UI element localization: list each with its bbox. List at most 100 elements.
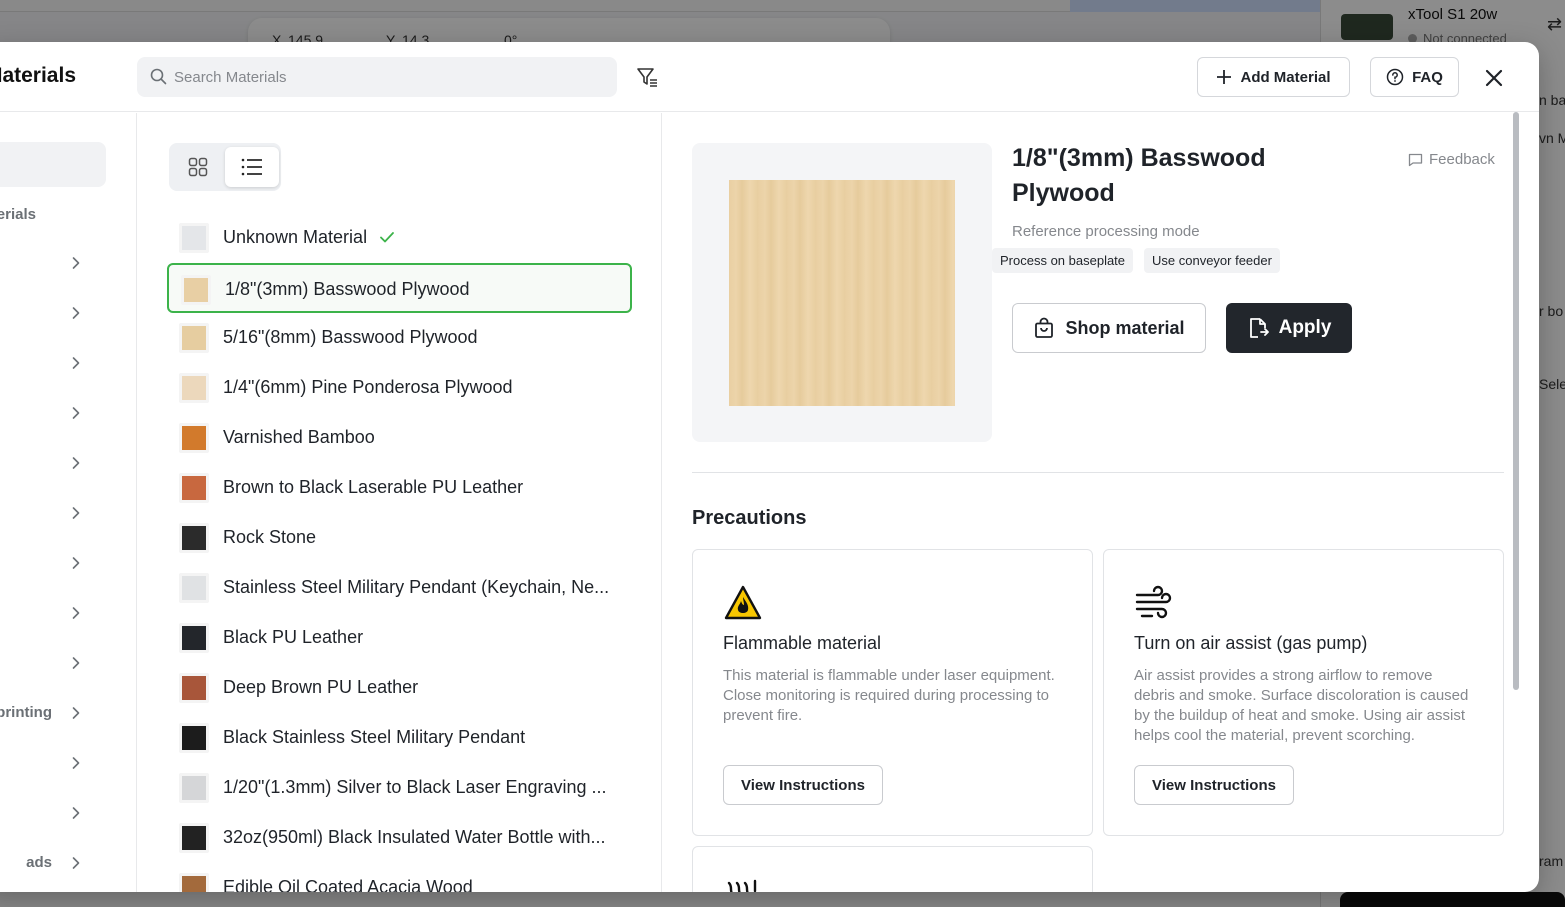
material-list-item[interactable]: 5/16"(8mm) Basswood Plywood [167,313,632,363]
chevron-right-icon [72,357,80,369]
category-item[interactable]: printing [0,691,106,735]
material-list-item[interactable]: Unknown Material [167,213,632,263]
material-list-item[interactable]: Brown to Black Laserable PU Leather [167,463,632,513]
list-view-button[interactable] [225,147,279,187]
filter-icon[interactable] [636,66,658,88]
close-icon[interactable] [1481,65,1507,91]
material-list-item[interactable]: Rock Stone [167,513,632,563]
material-swatch [182,226,206,250]
mode-tag: Process on baseplate [992,248,1134,273]
material-list-item[interactable]: Black Stainless Steel Military Pendant [167,713,632,763]
material-swatch [182,826,206,850]
chevron-right-icon [72,457,80,469]
material-name: 5/16"(8mm) Basswood Plywood [223,327,478,347]
material-thumbnail [179,323,209,353]
category-item[interactable] [0,741,106,785]
feedback-icon [1408,153,1423,166]
flammable-warning-icon [724,585,762,620]
search-input[interactable] [174,57,604,97]
material-swatch [182,376,206,400]
heat-icon [727,879,757,892]
material-name: 32oz(950ml) Black Insulated Water Bottle… [223,827,606,847]
chevron-right-icon [72,257,80,269]
chevron-right-icon [72,757,80,769]
material-thumbnail [181,275,211,305]
help-icon [1386,68,1404,86]
category-item[interactable] [0,441,106,485]
material-list-item[interactable]: Edible Oil Coated Acacia Wood [167,863,632,892]
material-swatch [182,626,206,650]
search-box[interactable] [137,57,617,97]
precaution-title: Flammable material [723,633,882,653]
precaution-description: This material is flammable under laser e… [723,667,1055,724]
material-thumbnail [179,523,209,553]
materials-list-panel: Unknown Material 1/8"(3mm) Basswood Plywo… [137,113,662,892]
chevron-right-icon [72,607,80,619]
material-preview [692,143,992,442]
category-item[interactable] [0,491,106,535]
material-thumbnail [179,223,209,253]
category-item[interactable] [0,341,106,385]
material-name: Stainless Steel Military Pendant (Keycha… [223,577,610,597]
material-list-item[interactable]: 1/20"(1.3mm) Silver to Black Laser Engra… [167,763,632,813]
grid-icon [188,157,208,177]
material-swatch [182,876,206,892]
category-item[interactable]: ads [0,841,106,885]
material-list-item[interactable]: 32oz(950ml) Black Insulated Water Bottle… [167,813,632,863]
chevron-right-icon [72,707,80,719]
material-list-item[interactable]: 1/4"(6mm) Pine Ponderosa Plywood [167,363,632,413]
category-item[interactable] [0,291,106,335]
category-item-label: printing [0,704,52,721]
material-thumbnail [179,723,209,753]
material-thumbnail [179,623,209,653]
view-instructions-button[interactable]: View Instructions [1134,765,1294,805]
apply-button[interactable]: Apply [1226,303,1352,353]
shopping-bag-icon [1035,317,1054,338]
chevron-right-icon [72,407,80,419]
material-thumbnail [179,423,209,453]
material-swatch [182,726,206,750]
plus-icon [1217,70,1232,84]
precautions-heading: Precautions [692,507,807,529]
category-selected-item[interactable] [0,142,106,187]
chevron-right-icon [72,557,80,569]
material-list-item[interactable]: Deep Brown PU Leather [167,663,632,713]
chevron-right-icon [72,307,80,319]
view-instructions-button[interactable]: View Instructions [723,765,883,805]
material-swatch [182,476,206,500]
materials-modal: Materials Add Material FAQ Materials pri… [0,42,1539,892]
material-name: Rock Stone [223,527,317,547]
chevron-right-icon [72,857,80,869]
scrollbar[interactable] [1513,112,1519,690]
material-name: Brown to Black Laserable PU Leather [223,477,524,497]
add-material-button[interactable]: Add Material [1197,57,1350,97]
check-icon [380,232,394,243]
material-swatch [184,278,208,302]
category-item[interactable] [0,391,106,435]
modal-header: Materials Add Material FAQ [0,42,1539,112]
feedback-link[interactable]: Feedback [1408,151,1495,168]
material-swatch [182,526,206,550]
category-item[interactable] [0,541,106,585]
chevron-right-icon [72,507,80,519]
category-item[interactable] [0,241,106,285]
faq-button[interactable]: FAQ [1370,57,1459,97]
material-list-item[interactable]: Stainless Steel Military Pendant (Keycha… [167,563,632,613]
precaution-card: Flammable material This material is flam… [692,549,1093,836]
material-thumbnail [179,573,209,603]
material-title: 1/8"(3mm) Basswood Plywood [1012,144,1266,207]
category-sidebar: Materials printing ads [0,113,137,892]
grid-view-button[interactable] [171,147,225,187]
shop-material-button[interactable]: Shop material [1012,303,1206,353]
material-list-item[interactable]: Black PU Leather [167,613,632,663]
category-item[interactable] [0,791,106,835]
material-list-item[interactable]: 1/8"(3mm) Basswood Plywood [167,263,632,313]
category-item[interactable] [0,591,106,635]
material-list-item[interactable]: Varnished Bamboo [167,413,632,463]
view-toggle [169,143,281,191]
material-thumbnail [179,823,209,853]
add-material-label: Add Material [1240,68,1331,86]
category-item[interactable] [0,641,106,685]
precaution-card [692,846,1093,892]
modal-title: Materials [0,64,76,87]
